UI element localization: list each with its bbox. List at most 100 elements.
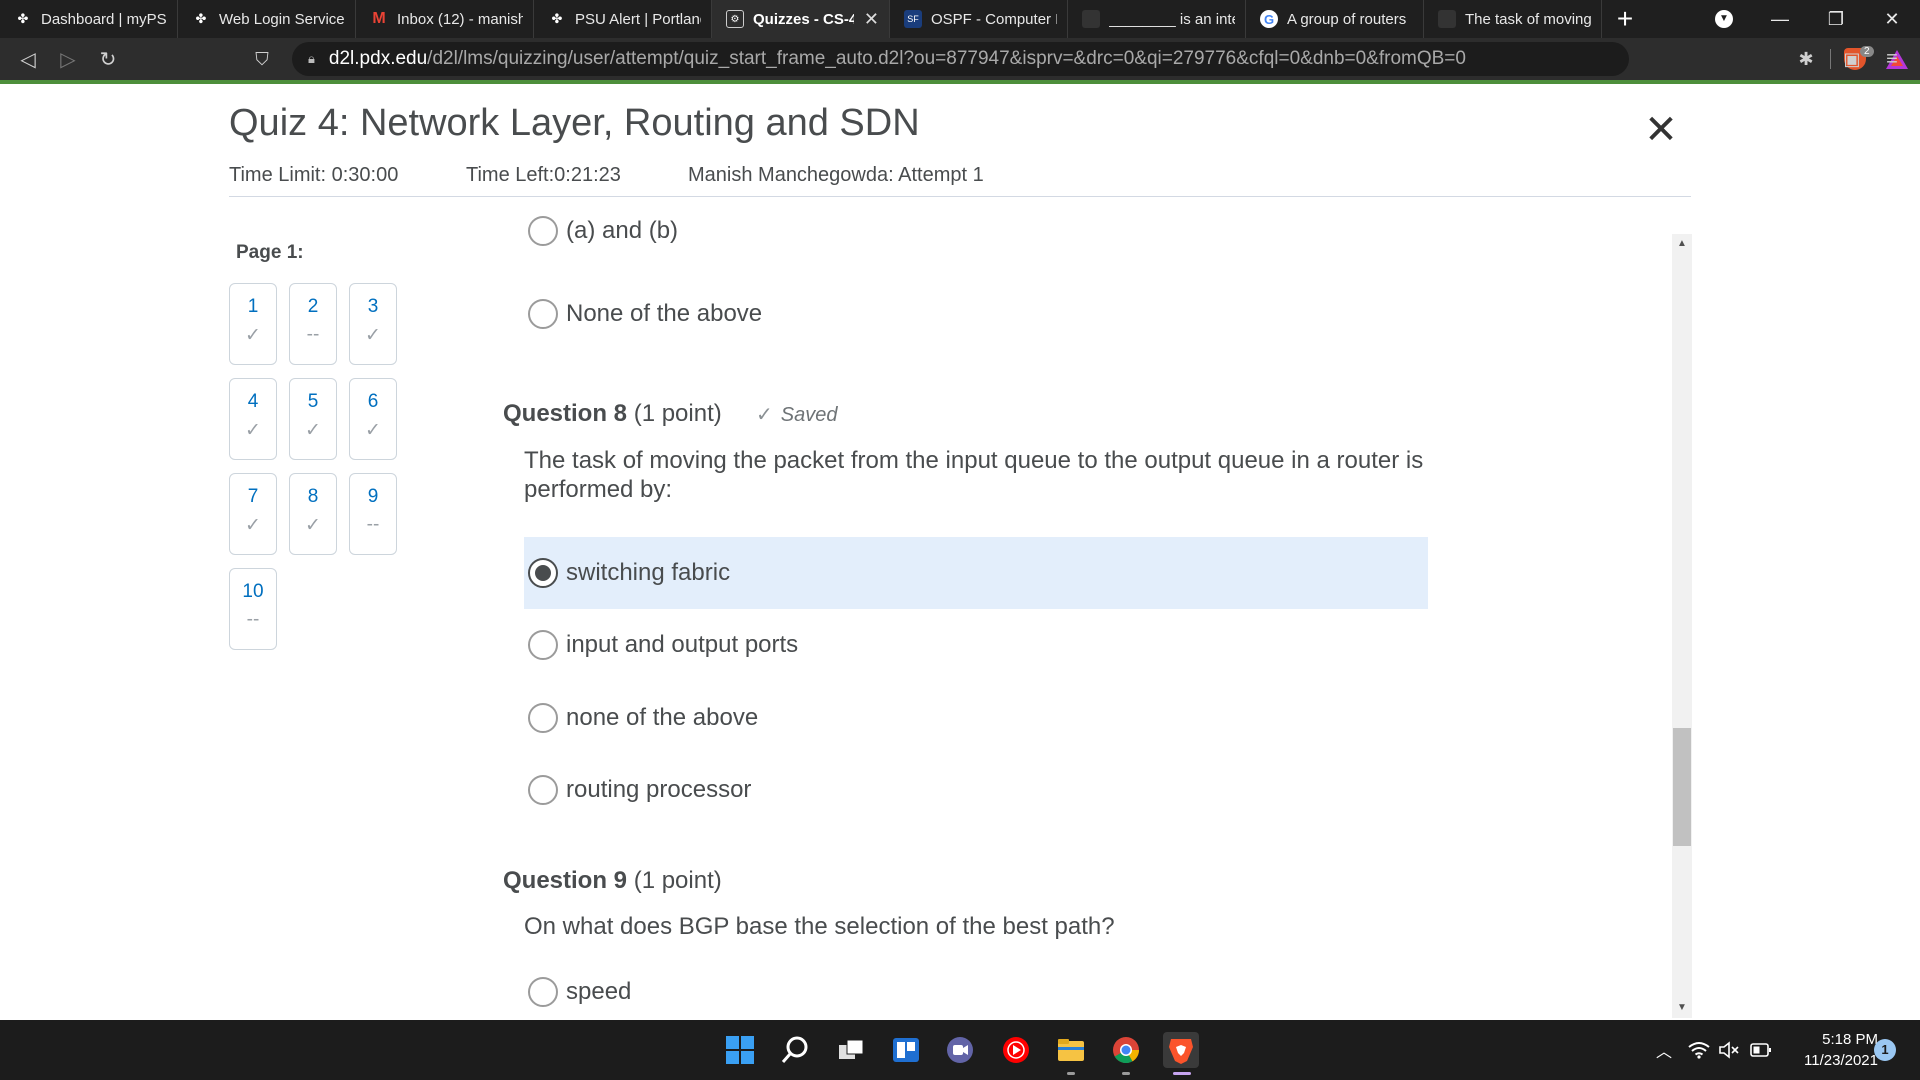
address-toolbar: ◁ ▷ ↻ ⛉ 🔒︎ d2l.pdx.edu/d2l/lms/quizzing/… xyxy=(0,38,1920,84)
question-nav-3[interactable]: 3 ✓ xyxy=(349,283,397,365)
question-nav-status: ✓ xyxy=(245,515,261,536)
answer-option[interactable]: routing processor xyxy=(524,754,1428,826)
answer-option-label: speed xyxy=(566,978,632,1005)
tab-search-dropdown-icon[interactable]: ▼ xyxy=(1696,0,1752,38)
d2l-icon: ⚙ xyxy=(726,10,744,28)
question-nav-status: -- xyxy=(366,514,380,535)
answer-option[interactable]: None of the above xyxy=(524,278,1428,350)
question-nav-status: ✓ xyxy=(305,515,321,536)
question-number: Question 8 xyxy=(503,400,628,427)
answer-option[interactable]: none of the above xyxy=(524,682,1428,754)
show-hidden-icons-icon[interactable]: ︿ xyxy=(1656,1020,1672,1080)
volume-muted-icon[interactable] xyxy=(1718,1020,1740,1080)
radio-button[interactable] xyxy=(528,216,558,246)
question-nav-9[interactable]: 9 -- xyxy=(349,473,397,555)
question-nav-status: -- xyxy=(246,609,260,630)
menu-icon[interactable]: ≡ xyxy=(1874,38,1910,80)
question-nav-6[interactable]: 6 ✓ xyxy=(349,378,397,460)
question-nav-1[interactable]: 1 ✓ xyxy=(229,283,277,365)
tab-ospf[interactable]: SF OSPF - Computer N xyxy=(890,0,1068,38)
tab-label: Dashboard | myPSU xyxy=(41,10,167,28)
file-explorer-icon[interactable] xyxy=(1053,1032,1089,1068)
scroll-up-icon[interactable]: ▲ xyxy=(1672,236,1692,252)
tab-is-an-inte[interactable]: ________ is an inte xyxy=(1068,0,1246,38)
question-nav-status: ✓ xyxy=(365,325,381,346)
browser-tab-bar: ✤ Dashboard | myPSU ✤ Web Login Service … xyxy=(0,0,1920,38)
window-close-icon[interactable]: ✕ xyxy=(1864,0,1920,38)
search-icon[interactable] xyxy=(777,1032,813,1068)
tab-label: A group of routers xyxy=(1287,10,1407,28)
answer-option-selected[interactable]: switching fabric xyxy=(524,537,1428,609)
close-quiz-icon[interactable]: ✕ xyxy=(1640,110,1682,152)
scrollbar-track[interactable] xyxy=(1672,234,1692,1018)
question-nav-8[interactable]: 8 ✓ xyxy=(289,473,337,555)
question-nav-number: 1 xyxy=(247,296,259,317)
forward-icon[interactable]: ▷ xyxy=(50,38,86,80)
tab-web-login-service[interactable]: ✤ Web Login Service xyxy=(178,0,356,38)
scroll-down-icon[interactable]: ▼ xyxy=(1672,1000,1692,1016)
wifi-icon[interactable] xyxy=(1688,1020,1710,1080)
back-icon[interactable]: ◁ xyxy=(10,38,46,80)
radio-button[interactable] xyxy=(528,775,558,805)
answer-option-label: routing processor xyxy=(566,776,752,803)
notification-badge[interactable]: 1 xyxy=(1874,1039,1896,1061)
brave-browser-icon[interactable] xyxy=(1163,1032,1199,1068)
battery-icon[interactable] xyxy=(1750,1020,1772,1080)
question-nav-5[interactable]: 5 ✓ xyxy=(289,378,337,460)
close-icon[interactable]: ✕ xyxy=(864,9,879,30)
answer-option-label: None of the above xyxy=(566,300,763,327)
radio-button[interactable] xyxy=(528,703,558,733)
question-nav-number: 6 xyxy=(367,391,379,412)
tab-gmail-inbox[interactable]: M Inbox (12) - manish xyxy=(356,0,534,38)
tab-quizzes-active[interactable]: ⚙ Quizzes - CS-45 ✕ xyxy=(712,0,890,38)
new-tab-plus-icon[interactable]: + xyxy=(1602,0,1648,38)
radio-button[interactable] xyxy=(528,630,558,660)
active-indicator xyxy=(1173,1072,1191,1075)
scrollbar-thumb[interactable] xyxy=(1673,728,1691,846)
radio-button[interactable] xyxy=(528,977,558,1007)
answer-option[interactable]: input and output ports xyxy=(524,609,1428,681)
google-icon: G xyxy=(1260,10,1278,28)
psu-icon: ✤ xyxy=(195,11,207,26)
question-nav-number: 10 xyxy=(242,581,264,602)
tab-label: Inbox (12) - manish xyxy=(397,10,523,28)
widgets-icon[interactable] xyxy=(888,1032,924,1068)
question-nav-number: 7 xyxy=(247,486,259,507)
question-nav-4[interactable]: 4 ✓ xyxy=(229,378,277,460)
minimize-icon[interactable]: — xyxy=(1752,0,1808,38)
tab-task-of-moving[interactable]: The task of moving xyxy=(1424,0,1602,38)
youtube-music-icon[interactable] xyxy=(998,1032,1034,1068)
answer-option[interactable]: (a) and (b) xyxy=(524,206,1428,256)
tab-dashboard-mypsu[interactable]: ✤ Dashboard | myPSU xyxy=(0,0,178,38)
question-nav-10[interactable]: 10 -- xyxy=(229,568,277,650)
question-8-text: The task of moving the packet from the i… xyxy=(524,447,1424,503)
system-clock[interactable]: 5:18 PM 11/23/2021 xyxy=(1778,1029,1878,1071)
answer-option-label: input and output ports xyxy=(566,631,799,658)
url-bar[interactable]: 🔒︎ d2l.pdx.edu/d2l/lms/quizzing/user/att… xyxy=(292,42,1908,76)
answer-option[interactable]: speed xyxy=(524,967,1428,1017)
question-nav-number: 5 xyxy=(307,391,319,412)
teams-chat-icon[interactable] xyxy=(942,1032,978,1068)
tab-psu-alert[interactable]: ✤ PSU Alert | Portland xyxy=(534,0,712,38)
windows-start-icon[interactable] xyxy=(722,1032,758,1068)
chrome-icon[interactable] xyxy=(1108,1032,1144,1068)
clock-time: 5:18 PM xyxy=(1822,1031,1878,1048)
page-icon xyxy=(1082,10,1100,28)
answer-option-label: none of the above xyxy=(566,704,759,731)
tab-group-of-routers[interactable]: G A group of routers xyxy=(1246,0,1424,38)
task-view-icon[interactable] xyxy=(833,1032,869,1068)
question-nav-7[interactable]: 7 ✓ xyxy=(229,473,277,555)
question-nav-2[interactable]: 2 -- xyxy=(289,283,337,365)
reload-icon[interactable]: ↻ xyxy=(90,38,126,80)
time-left: Time Left:0:21:23 xyxy=(466,164,621,186)
radio-button[interactable] xyxy=(528,299,558,329)
answer-option-label: switching fabric xyxy=(566,559,731,586)
question-nav-status: ✓ xyxy=(245,325,261,346)
check-icon: ✓ xyxy=(756,404,773,426)
page-label: Page 1: xyxy=(236,242,304,263)
wallet-icon[interactable]: ▣ xyxy=(1834,38,1870,80)
radio-button-checked[interactable] xyxy=(528,558,558,588)
restore-icon[interactable]: ❐ xyxy=(1808,0,1864,38)
extensions-icon[interactable]: ✱ xyxy=(1788,38,1824,80)
bookmark-icon[interactable]: ⛉ xyxy=(244,38,280,80)
